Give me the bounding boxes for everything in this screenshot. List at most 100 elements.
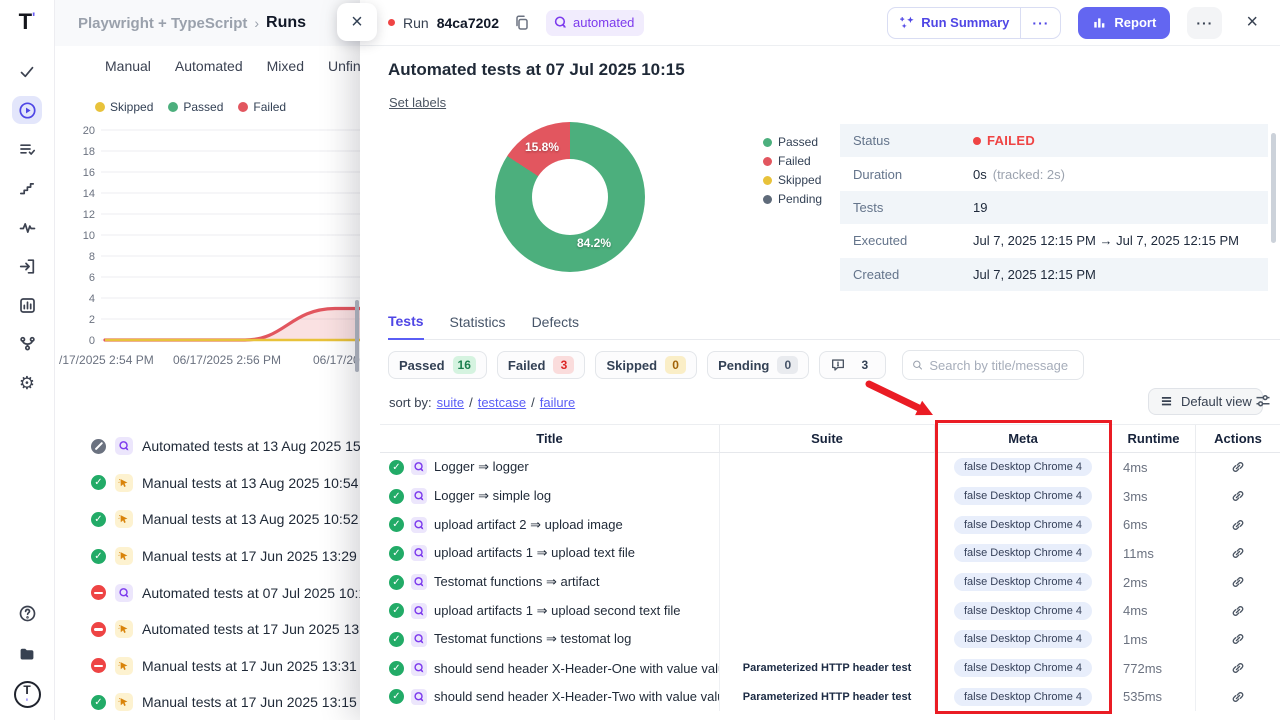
tab-statistics[interactable]: Statistics (450, 314, 506, 339)
pending-filter-button[interactable]: Pending0 (707, 351, 809, 379)
run-list-item[interactable]: Manual tests at 13 Aug 2025 10:52fro (55, 501, 360, 538)
run-label: Run (403, 15, 429, 31)
run-list-item[interactable]: Automated tests at 13 Aug 2025 15:53 (55, 428, 360, 465)
actions-cell[interactable] (1196, 510, 1280, 539)
view-settings-button[interactable] (1254, 392, 1272, 410)
test-result-row[interactable]: Logger ⇒ loggerfalse Desktop Chrome 44ms (380, 453, 1280, 482)
link-icon (1230, 459, 1246, 475)
runtime-value: 1ms (1123, 632, 1148, 647)
test-result-row[interactable]: should send header X-Header-One with val… (380, 654, 1280, 683)
column-header-meta[interactable]: Meta (935, 425, 1112, 452)
breadcrumb-project[interactable]: Playwright + TypeScript (78, 15, 247, 32)
tab-tests[interactable]: Tests (388, 313, 424, 340)
test-result-row[interactable]: Testomat functions ⇒ artifactfalse Deskt… (380, 568, 1280, 597)
default-view-button[interactable]: Default view (1148, 388, 1263, 415)
close-icon: × (351, 11, 363, 34)
run-list-item[interactable]: Manual tests at 17 Jun 2025 13:31from (55, 648, 360, 685)
run-list-item[interactable]: Manual tests at 13 Aug 2025 10:542 (55, 465, 360, 502)
comments-filter-button[interactable]: 3 (819, 351, 886, 379)
tab-mixed[interactable]: Mixed (267, 58, 304, 74)
runtime-cell: 2ms (1112, 568, 1196, 597)
passed-filter-button[interactable]: Passed16 (388, 351, 487, 379)
check-icon (18, 62, 37, 81)
sidebar-item-reports[interactable] (12, 291, 42, 319)
breadcrumb-separator: › (254, 15, 259, 31)
test-result-row[interactable]: Testomat functions ⇒ testomat logfalse D… (380, 625, 1280, 654)
copy-run-id-button[interactable] (513, 14, 530, 31)
test-result-row[interactable]: Logger ⇒ simple logfalse Desktop Chrome … (380, 482, 1280, 511)
account-avatar[interactable]: T' (14, 681, 41, 708)
test-result-row[interactable]: upload artifacts 1 ⇒ upload second text … (380, 596, 1280, 625)
suite-cell (720, 510, 935, 539)
legend-label: Pending (778, 192, 822, 206)
run-list-item[interactable]: Manual tests at 17 Jun 2025 13:15from (55, 684, 360, 720)
run-info-table: StatusFAILEDDuration0s(tracked: 2s)Tests… (840, 124, 1268, 291)
drawer-close-tab-button[interactable]: × (337, 3, 377, 41)
sort-separator: / (531, 395, 535, 410)
automated-type-icon (411, 631, 427, 647)
column-header-actions[interactable]: Actions (1196, 425, 1280, 452)
sidebar-item-test-plans[interactable] (12, 135, 42, 163)
sidebar-item-branches[interactable] (12, 330, 42, 358)
run-summary-more-button[interactable]: ··· (1021, 15, 1060, 31)
drawer-scrollbar[interactable] (1271, 133, 1276, 243)
automated-icon (118, 440, 130, 452)
tab-defects[interactable]: Defects (532, 314, 579, 339)
column-header-title[interactable]: Title (380, 425, 720, 452)
sidebar-item-milestones[interactable] (12, 174, 42, 202)
runs-panel-scrollbar[interactable] (355, 300, 359, 372)
manual-cursor-icon (118, 696, 130, 708)
run-list-item[interactable]: Automated tests at 17 Jun 2025 13:30 (55, 611, 360, 648)
actions-cell[interactable] (1196, 482, 1280, 511)
drawer-close-button[interactable]: × (1240, 11, 1264, 34)
help-button[interactable] (12, 599, 42, 627)
run-list-item[interactable]: Automated tests at 07 Jul 2025 10:15 (55, 574, 360, 611)
automated-badge[interactable]: automated (546, 10, 644, 36)
report-button[interactable]: Report (1078, 7, 1170, 39)
actions-cell[interactable] (1196, 683, 1280, 712)
filter-label: Passed (399, 358, 445, 373)
run-list-item[interactable]: Manual tests at 17 Jun 2025 13:29fron (55, 538, 360, 575)
run-status-failed-icon (91, 585, 106, 600)
tab-automated[interactable]: Automated (175, 58, 243, 74)
tests-table-header: TitleSuiteMetaRuntimeActions (380, 424, 1280, 453)
sort-link-failure[interactable]: failure (540, 395, 575, 410)
run-summary-button[interactable]: Run Summary (888, 15, 1020, 31)
suite-cell (720, 539, 935, 568)
sort-link-suite[interactable]: suite (437, 395, 464, 410)
actions-cell[interactable] (1196, 453, 1280, 482)
sidebar-item-settings[interactable]: ⚙ (12, 369, 42, 397)
failed-filter-button[interactable]: Failed3 (497, 351, 586, 379)
automated-icon (413, 461, 425, 473)
drawer-more-button[interactable]: ··· (1187, 7, 1222, 39)
search-input[interactable] (929, 358, 1074, 373)
automated-type-icon (411, 517, 427, 533)
actions-cell[interactable] (1196, 625, 1280, 654)
test-result-row[interactable]: should send header X-Header-Two with val… (380, 683, 1280, 712)
passed-status-icon (389, 517, 404, 532)
sort-link-testcase[interactable]: testcase (478, 395, 526, 410)
result-filters: Passed16 Failed3 Skipped0 Pending0 3 (388, 350, 1084, 380)
link-icon (1230, 488, 1246, 504)
run-title: Manual tests at 17 Jun 2025 13:29 (142, 548, 357, 564)
x-tick: /17/2025 2:54 PM (59, 353, 154, 367)
actions-cell[interactable] (1196, 654, 1280, 683)
app-logo[interactable]: T' (19, 9, 36, 35)
projects-button[interactable] (12, 640, 42, 668)
column-header-runtime[interactable]: Runtime (1112, 425, 1196, 452)
actions-cell[interactable] (1196, 596, 1280, 625)
test-result-row[interactable]: upload artifact 2 ⇒ upload imagefalse De… (380, 510, 1280, 539)
sidebar-item-analytics[interactable] (12, 213, 42, 241)
actions-cell[interactable] (1196, 539, 1280, 568)
sidebar-item-import[interactable] (12, 252, 42, 280)
set-labels-link[interactable]: Set labels (389, 95, 446, 110)
column-header-suite[interactable]: Suite (720, 425, 935, 452)
tab-unfinished[interactable]: Unfini (328, 58, 360, 74)
meta-badge: false Desktop Chrome 4 (954, 544, 1092, 562)
tab-manual[interactable]: Manual (105, 58, 151, 74)
sidebar-item-tests[interactable] (12, 57, 42, 85)
test-result-row[interactable]: upload artifacts 1 ⇒ upload text filefal… (380, 539, 1280, 568)
actions-cell[interactable] (1196, 568, 1280, 597)
sidebar-item-runs[interactable] (12, 96, 42, 124)
skipped-filter-button[interactable]: Skipped0 (595, 351, 697, 379)
